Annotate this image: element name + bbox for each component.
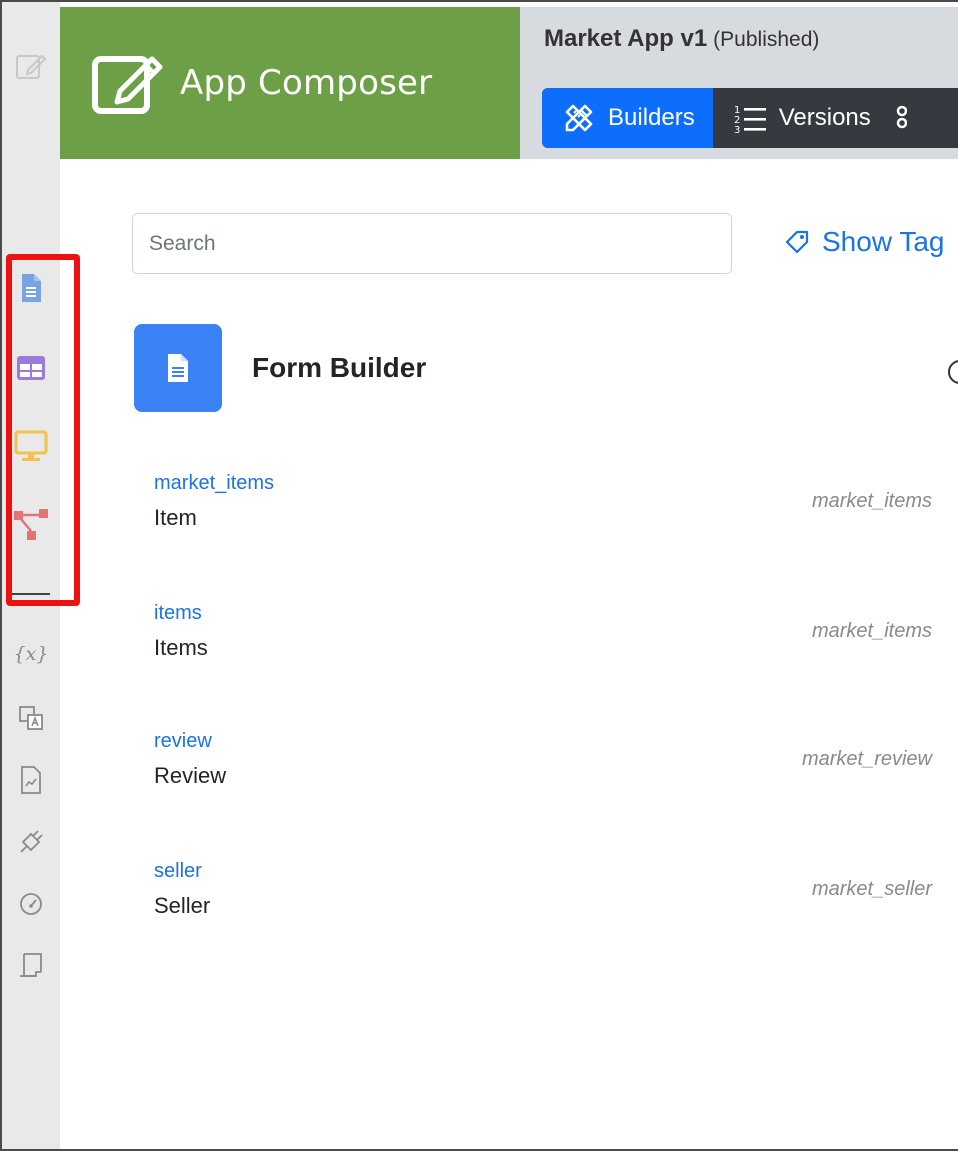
translate-icon[interactable] <box>10 698 52 738</box>
form-table-name: market_review <box>801 748 932 770</box>
brand-title: App Composer <box>180 63 433 103</box>
svg-text:3: 3 <box>734 125 740 134</box>
app-name: Market App v1 <box>544 25 708 52</box>
app-status: (Published) <box>713 28 820 51</box>
list-item[interactable]: review Review market_review <box>154 730 944 800</box>
app-frame: {x} App Composer Market App v1 (Published <box>0 0 958 1151</box>
script-icon[interactable] <box>10 946 52 986</box>
edit-icon[interactable] <box>10 46 52 86</box>
list-item[interactable]: seller Seller market_seller <box>154 860 944 930</box>
form-name-link[interactable]: market_items <box>154 472 274 495</box>
edit-icon <box>92 56 163 114</box>
list-item[interactable]: market_items Item market_items <box>154 472 944 542</box>
variable-glyph: {x} <box>13 643 49 665</box>
tab-builders[interactable]: Builders <box>542 88 713 148</box>
app-topbar: Market App v1(Published) Builders 1 2 3 <box>520 7 958 159</box>
table-icon[interactable] <box>10 348 52 388</box>
info-icon[interactable] <box>948 360 958 384</box>
monitor-icon[interactable] <box>10 426 52 466</box>
form-table-name: market_items <box>811 620 932 642</box>
form-document-icon[interactable] <box>10 268 52 308</box>
form-label: Item <box>154 505 197 530</box>
tab-versions[interactable]: 1 2 3 Versions <box>713 88 889 148</box>
tab-versions-label: Versions <box>778 104 871 131</box>
variable-icon[interactable]: {x} <box>10 634 52 674</box>
show-tags-link[interactable]: Show Tag <box>784 226 944 258</box>
section-title: Form Builder <box>252 352 427 383</box>
workflow-icon[interactable] <box>10 504 52 544</box>
form-document-icon <box>168 354 188 382</box>
app-title: Market App v1 (Published) <box>544 25 819 53</box>
plug-icon[interactable] <box>10 822 52 862</box>
tab-bar: Builders 1 2 3 Versions <box>542 88 958 148</box>
form-name-link[interactable]: seller <box>154 860 202 883</box>
form-label: Review <box>154 763 227 788</box>
form-name-link[interactable]: review <box>154 730 212 753</box>
brand-header: App Composer <box>60 7 520 159</box>
form-label: Items <box>154 635 208 660</box>
form-builder-tile <box>134 324 222 412</box>
form-table-name: market_seller <box>811 878 932 900</box>
show-tags-label: Show Tag <box>822 226 945 257</box>
form-label: Seller <box>154 893 211 918</box>
report-icon[interactable] <box>10 760 52 800</box>
form-name-link[interactable]: items <box>154 602 202 625</box>
sidebar-divider <box>12 593 50 595</box>
gauge-icon[interactable] <box>10 884 52 924</box>
tab-builders-label: Builders <box>608 104 695 131</box>
form-table-name: market_items <box>811 490 932 512</box>
list-item[interactable]: items Items market_items <box>154 602 944 672</box>
search-input[interactable] <box>132 213 732 274</box>
list-numbered-icon: 1 2 3 <box>734 105 766 134</box>
pencil-ruler-icon <box>565 104 593 132</box>
tab-overflow-icon[interactable] <box>889 88 907 148</box>
tag-icon <box>785 230 809 254</box>
left-sidebar: {x} <box>2 2 60 1149</box>
